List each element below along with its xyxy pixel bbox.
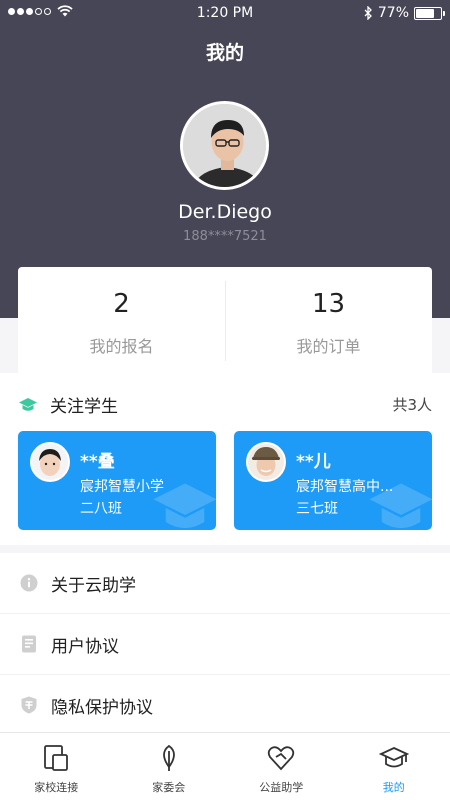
- student-name: **儿: [296, 452, 331, 472]
- menu-label: 用户协议: [51, 636, 119, 657]
- student-card[interactable]: **叠 宸邦智慧小学 二八班: [18, 431, 216, 530]
- student-card[interactable]: **儿 宸邦智慧高中... 三七班: [234, 431, 432, 530]
- stats-card: 2 我的报名 13 我的订单: [18, 267, 432, 373]
- section-title: 关注学生: [50, 397, 118, 417]
- tab-charity[interactable]: 公益助学: [225, 733, 338, 800]
- my-registrations[interactable]: 2 我的报名: [18, 267, 225, 373]
- settings-menu: 关于云助学 用户协议 隐私保护协议: [0, 553, 450, 736]
- info-icon: [20, 574, 38, 592]
- student-class: 三七班: [296, 501, 338, 517]
- stat-label: 我的报名: [89, 337, 154, 356]
- document-icon: [22, 635, 36, 653]
- battery-percentage: 77%: [377, 5, 409, 21]
- shield-icon: [21, 696, 37, 714]
- student-class: 二八班: [80, 501, 122, 517]
- user-name: Der.Diego: [178, 201, 272, 223]
- menu-item-privacy[interactable]: 隐私保护协议: [0, 675, 450, 736]
- status-bar: 1:20 PM 77%: [0, 0, 450, 28]
- tab-bar: 家校连接 家委会 公益助学 我的: [0, 732, 450, 800]
- tab-label: 家委会: [152, 781, 186, 794]
- menu-item-user-agreement[interactable]: 用户协议: [0, 614, 450, 675]
- tab-label: 我的: [382, 781, 405, 794]
- tab-mine[interactable]: 我的: [338, 733, 450, 800]
- tab-parent-committee[interactable]: 家委会: [113, 733, 226, 800]
- bluetooth-icon: [364, 6, 372, 20]
- my-orders[interactable]: 13 我的订单: [225, 267, 432, 373]
- graduation-cap-icon: [19, 397, 37, 411]
- followed-students-section: 关注学生 共3人 **叠 宸邦智慧小学 二八班 **儿 宸邦智慧高中... 三七…: [0, 373, 450, 545]
- page-title: 我的: [205, 42, 244, 64]
- device-icon: [44, 745, 69, 771]
- battery-icon: [414, 6, 445, 20]
- tab-home-school[interactable]: 家校连接: [0, 733, 113, 800]
- student-school: 宸邦智慧高中...: [296, 479, 394, 495]
- menu-label: 关于云助学: [51, 575, 136, 596]
- avatar[interactable]: [180, 101, 269, 190]
- stat-value: 2: [113, 289, 130, 319]
- tab-label: 家校连接: [34, 781, 79, 794]
- tab-label: 公益助学: [259, 781, 304, 794]
- student-count[interactable]: 共3人: [392, 394, 432, 415]
- menu-item-about[interactable]: 关于云助学: [0, 553, 450, 614]
- user-phone: 188****7521: [183, 229, 267, 244]
- heart-icon: [268, 746, 295, 771]
- stat-value: 13: [311, 289, 346, 319]
- student-school: 宸邦智慧小学: [80, 479, 164, 495]
- graduation-cap-icon: [378, 747, 409, 768]
- menu-label: 隐私保护协议: [51, 697, 153, 718]
- stat-label: 我的订单: [296, 337, 361, 356]
- student-avatar: [30, 442, 70, 482]
- student-name: **叠: [80, 452, 115, 472]
- student-avatar: [246, 442, 286, 482]
- leaf-icon: [162, 744, 175, 771]
